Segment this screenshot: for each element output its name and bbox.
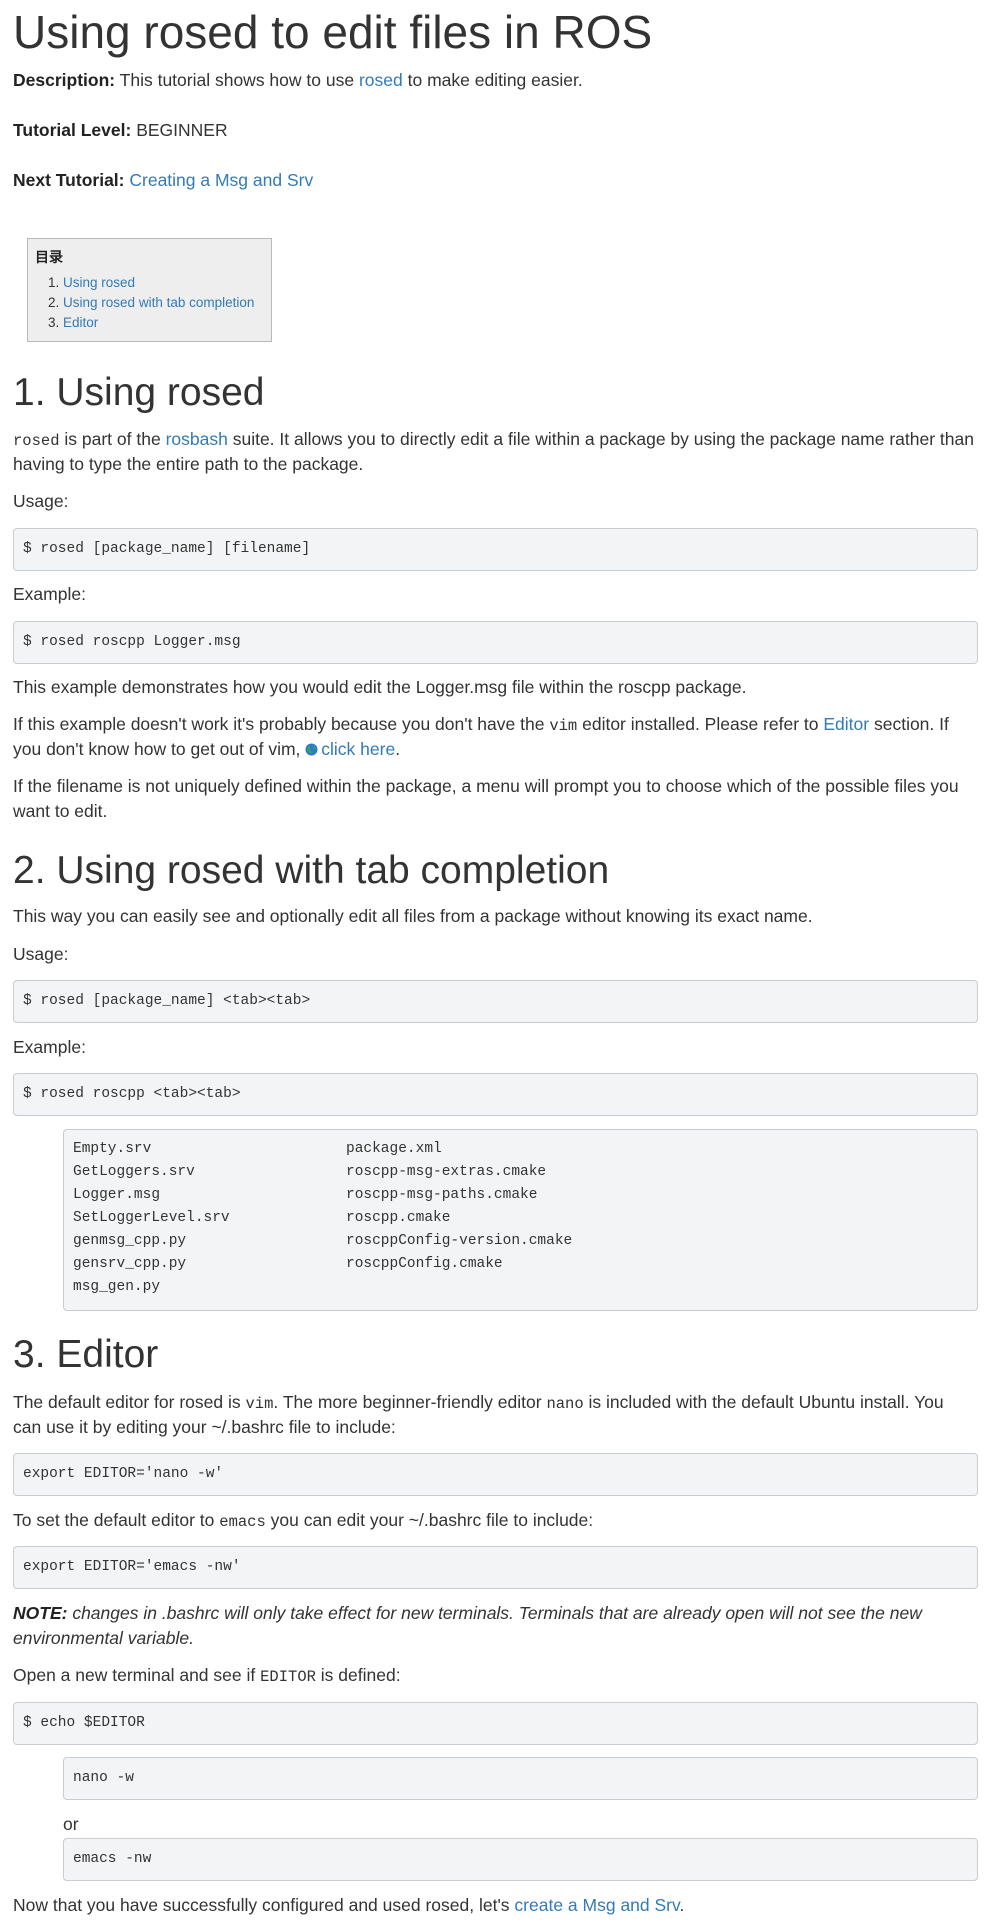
toc-item: 2. Using rosed with tab completion [48, 293, 254, 313]
click-here-link[interactable]: click here [321, 739, 395, 759]
rosed-link[interactable]: rosed [359, 70, 403, 90]
section-heading-tab-completion: 2. Using rosed with tab completion [13, 849, 610, 892]
example-label: Example: [13, 1037, 86, 1057]
toc-link-tab-completion[interactable]: Using rosed with tab completion [63, 295, 254, 310]
paragraph: This example demonstrates how you would … [13, 677, 747, 697]
inline-code: vim [245, 1395, 274, 1413]
description-text-end: to make editing easier. [407, 70, 583, 90]
note-continued: environmental variable. [13, 1628, 194, 1648]
paragraph: To set the default editor to emacs you c… [13, 1508, 593, 1535]
list-item: roscppConfig-version.cmake [346, 1233, 573, 1249]
paragraph-text: If this example doesn't work it's probab… [13, 714, 545, 734]
description-line: Description: This tutorial shows how to … [13, 68, 583, 93]
paragraph-text: section. If [873, 714, 949, 734]
list-item: gensrv_cpp.py [73, 1256, 187, 1272]
globe-icon [305, 738, 318, 763]
list-item: SetLoggerLevel.srv [73, 1210, 230, 1226]
toc-item-number: 2. [48, 295, 60, 310]
toc-link-editor[interactable]: Editor [63, 315, 98, 330]
note: NOTE: changes in .bashrc will only take … [13, 1601, 922, 1626]
list-item: roscppConfig.cmake [346, 1256, 503, 1272]
toc-heading: 目录 [35, 249, 63, 265]
next-tutorial-line: Next Tutorial: Creating a Msg and Srv [13, 168, 313, 193]
inline-code: EDITOR [260, 1668, 316, 1686]
editor-section-link[interactable]: Editor [823, 714, 869, 734]
bashrc-emacs-code-block[interactable]: export EDITOR='emacs -nw' [13, 1546, 978, 1589]
create-msg-srv-link[interactable]: create a Msg and Srv [514, 1895, 679, 1915]
table-of-contents: 目录 1. Using rosed 2. Using rosed with ta… [27, 238, 272, 342]
next-tutorial-link[interactable]: Creating a Msg and Srv [129, 170, 313, 190]
usage-label: Usage: [13, 491, 69, 511]
toc-item-number: 1. [48, 275, 60, 290]
paragraph-text: . [679, 1895, 685, 1915]
example-label: Example: [13, 584, 86, 604]
inline-code: rosed [13, 432, 60, 450]
paragraph-text: is defined: [320, 1665, 401, 1685]
paragraph: If this example doesn't work it's probab… [13, 712, 949, 739]
paragraph-continued: can use it by editing your ~/.bashrc fil… [13, 1417, 396, 1437]
paragraph-text: is part of the [64, 429, 161, 449]
list-item: msg_gen.py [73, 1279, 161, 1295]
output-nano-block[interactable]: nano -w [63, 1757, 978, 1800]
paragraph-continued: want to edit. [13, 801, 108, 821]
toc-item-number: 3. [48, 315, 60, 330]
bashrc-nano-code-block[interactable]: export EDITOR='nano -w' [13, 1453, 978, 1496]
list-item: package.xml [346, 1141, 442, 1157]
usage-label: Usage: [13, 944, 69, 964]
paragraph-text: . The more beginner-friendly editor [273, 1392, 542, 1412]
description-label: Description: [13, 70, 116, 90]
list-item: genmsg_cpp.py [73, 1233, 187, 1249]
description-text: This tutorial shows how to use [119, 70, 355, 90]
toc-item: 1. Using rosed [48, 273, 135, 293]
paragraph-text: Open a new terminal and see if [13, 1665, 256, 1685]
next-tutorial-label: Next Tutorial: [13, 170, 125, 190]
tab-completion-output[interactable]: Empty.srv GetLoggers.srv Logger.msg SetL… [63, 1129, 978, 1311]
paragraph-text: editor installed. Please refer to [582, 714, 819, 734]
list-item: roscpp-msg-extras.cmake [346, 1164, 547, 1180]
paragraph-text: is included with the default Ubuntu inst… [588, 1392, 944, 1412]
example-code-block[interactable]: $ rosed roscpp <tab><tab> [13, 1073, 978, 1116]
inline-code: nano [546, 1395, 584, 1413]
paragraph-text: you don't know how to get out of vim, [13, 739, 301, 759]
list-item: roscpp.cmake [346, 1210, 451, 1226]
toc-item: 3. Editor [48, 313, 98, 333]
inline-code: emacs [219, 1513, 266, 1531]
rosbash-link[interactable]: rosbash [166, 429, 228, 449]
usage-code-block[interactable]: $ rosed [package_name] [filename] [13, 528, 978, 571]
list-item: roscpp-msg-paths.cmake [346, 1187, 538, 1203]
paragraph: rosed is part of the rosbash suite. It a… [13, 427, 974, 454]
section-heading-using-rosed: 1. Using rosed [13, 371, 265, 414]
list-item: Logger.msg [73, 1187, 161, 1203]
paragraph-text: . [395, 739, 401, 759]
paragraph-text: To set the default editor to [13, 1510, 215, 1530]
output-emacs-block[interactable]: emacs -nw [63, 1838, 978, 1881]
note-label: NOTE: [13, 1603, 68, 1623]
page-title: Using rosed to edit files in ROS [13, 6, 653, 58]
paragraph: If the filename is not uniquely defined … [13, 776, 959, 796]
note-text: changes in .bashrc will only take effect… [72, 1603, 922, 1623]
tutorial-level-value: BEGINNER [136, 120, 228, 140]
or-text: or [63, 1814, 79, 1834]
paragraph: Open a new terminal and see if EDITOR is… [13, 1663, 401, 1690]
tutorial-level-line: Tutorial Level: BEGINNER [13, 118, 228, 143]
paragraph-continued: you don't know how to get out of vim, cl… [13, 737, 400, 763]
final-paragraph: Now that you have successfully configure… [13, 1893, 684, 1918]
section-heading-editor: 3. Editor [13, 1333, 159, 1376]
paragraph-text: you can edit your ~/.bashrc file to incl… [270, 1510, 594, 1530]
tutorial-page: Using rosed to edit files in ROS Descrip… [0, 0, 991, 1923]
toc-link-using-rosed[interactable]: Using rosed [63, 275, 135, 290]
echo-editor-code-block[interactable]: $ echo $EDITOR [13, 1702, 978, 1745]
paragraph-continued: having to type the entire path to the pa… [13, 454, 364, 474]
paragraph: This way you can easily see and optional… [13, 906, 813, 926]
paragraph: The default editor for rosed is vim. The… [13, 1390, 944, 1417]
paragraph-text: The default editor for rosed is [13, 1392, 241, 1412]
list-item: Empty.srv [73, 1141, 152, 1157]
usage-code-block[interactable]: $ rosed [package_name] <tab><tab> [13, 980, 978, 1023]
inline-code: vim [549, 717, 578, 735]
paragraph-text: suite. It allows you to directly edit a … [232, 429, 974, 449]
list-item: GetLoggers.srv [73, 1164, 195, 1180]
tutorial-level-label: Tutorial Level: [13, 120, 132, 140]
example-code-block[interactable]: $ rosed roscpp Logger.msg [13, 621, 978, 664]
paragraph-text: Now that you have successfully configure… [13, 1895, 510, 1915]
